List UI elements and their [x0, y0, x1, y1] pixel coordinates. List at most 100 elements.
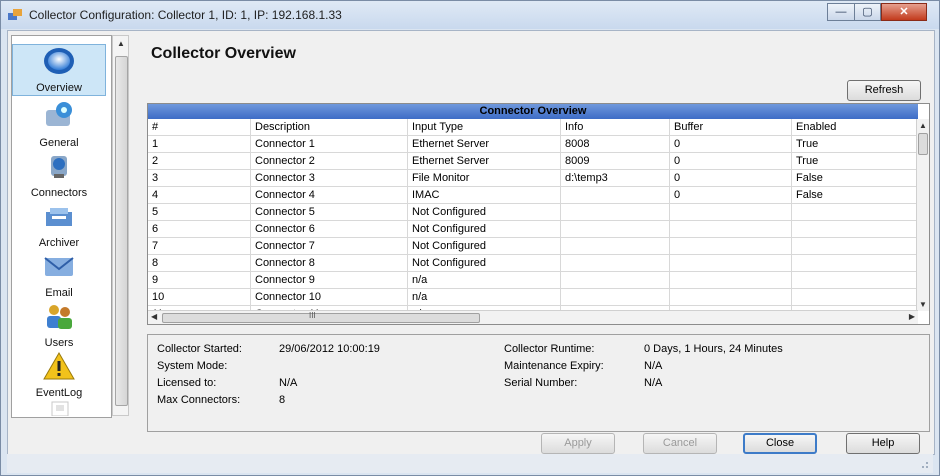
close-window-button[interactable]: ✕ — [881, 3, 927, 21]
window-title: Collector Configuration: Collector 1, ID… — [29, 8, 342, 22]
nav-label-email: Email — [45, 287, 73, 299]
table-cell — [792, 221, 918, 238]
nav-item-overview[interactable]: Overview — [12, 44, 106, 96]
table-cell: Connector 5 — [251, 204, 408, 221]
nav-item-email[interactable]: Email — [12, 250, 106, 300]
table-cell: d:\temp3 — [561, 170, 670, 187]
column-header[interactable]: Input Type — [408, 119, 561, 136]
grid-column-header-row: # Description Input Type Info Buffer Enabled — [148, 119, 918, 136]
table-cell: 9 — [148, 272, 251, 289]
maintenance-expiry-value: N/A — [644, 360, 663, 372]
table-cell: Connector 6 — [251, 221, 408, 238]
status-bar — [7, 454, 933, 473]
sidebar-scroll-thumb[interactable] — [115, 56, 128, 406]
table-row[interactable]: 1 Connector 1 Ethernet Server 8008 0 True — [148, 136, 918, 153]
nav-item-connectors[interactable]: Connectors — [12, 150, 106, 200]
table-row[interactable]: 8 Connector 8 Not Configured — [148, 255, 918, 272]
table-cell: Connector 7 — [251, 238, 408, 255]
table-row[interactable]: 4 Connector 4 IMAC 0 False — [148, 187, 918, 204]
grid-scroll-right-icon[interactable]: ▶ — [909, 312, 915, 321]
nav-item-archiver[interactable]: Archiver — [12, 200, 106, 250]
table-cell — [792, 204, 918, 221]
table-row[interactable]: 6 Connector 6 Not Configured — [148, 221, 918, 238]
help-button[interactable]: Help — [846, 433, 920, 454]
table-cell: True — [792, 153, 918, 170]
table-cell: 3 — [148, 170, 251, 187]
client-area: Overview General Connectors Archiver Ema… — [7, 30, 935, 455]
table-cell: False — [792, 187, 918, 204]
grid-body: # Description Input Type Info Buffer Enabled 1… — [148, 119, 918, 313]
table-cell — [561, 289, 670, 306]
column-header[interactable]: Description — [251, 119, 408, 136]
connector-grid: Connector Overview # Description Input Typ… — [147, 103, 930, 325]
table-row[interactable]: 5 Connector 5 Not Configured — [148, 204, 918, 221]
table-cell — [561, 187, 670, 204]
cancel-button[interactable]: Cancel — [643, 433, 717, 454]
table-cell — [561, 221, 670, 238]
grid-scroll-down-icon[interactable]: ▼ — [919, 300, 927, 309]
nav-label-users: Users — [44, 337, 74, 349]
overview-icon — [44, 48, 74, 74]
maintenance-expiry-label: Maintenance Expiry: — [504, 360, 604, 372]
column-header[interactable]: Info — [561, 119, 670, 136]
maximize-button[interactable]: ▢ — [854, 3, 881, 21]
app-icon — [8, 9, 22, 20]
table-cell: Not Configured — [408, 238, 561, 255]
refresh-button[interactable]: Refresh — [847, 80, 921, 101]
column-header[interactable]: Enabled — [792, 119, 918, 136]
collector-runtime-label: Collector Runtime: — [504, 343, 595, 355]
grid-scroll-left-icon[interactable]: ◀ — [151, 312, 157, 321]
close-button[interactable]: Close — [743, 433, 817, 454]
table-cell: Connector 3 — [251, 170, 408, 187]
table-row[interactable]: 3 Connector 3 File Monitor d:\temp3 0 False — [148, 170, 918, 187]
resize-grip-icon[interactable] — [919, 459, 929, 469]
sidebar-scroll-up-icon[interactable]: ▲ — [117, 39, 125, 48]
table-cell — [670, 272, 792, 289]
nav-item-users[interactable]: Users — [12, 300, 106, 350]
grid-vertical-thumb[interactable] — [918, 133, 928, 155]
table-cell: Connector 10 — [251, 289, 408, 306]
table-cell — [792, 238, 918, 255]
collector-configuration-window: Collector Configuration: Collector 1, ID… — [0, 0, 940, 476]
table-cell: True — [792, 136, 918, 153]
table-cell — [561, 238, 670, 255]
table-cell — [792, 272, 918, 289]
grid-horizontal-scrollbar[interactable]: ◀ III ▶ — [148, 310, 918, 324]
grid-scroll-up-icon[interactable]: ▲ — [919, 121, 927, 130]
table-cell: File Monitor — [408, 170, 561, 187]
nav-item-eventlog[interactable]: EventLog — [12, 350, 106, 400]
minimize-button[interactable]: — — [827, 3, 855, 21]
table-row[interactable]: 10 Connector 10 n/a — [148, 289, 918, 306]
grid-horizontal-thumb[interactable]: III — [162, 311, 480, 323]
table-cell: 0 — [670, 170, 792, 187]
collector-started-label: Collector Started: — [157, 343, 242, 355]
column-header[interactable]: # — [148, 119, 251, 136]
table-row[interactable]: 9 Connector 9 n/a — [148, 272, 918, 289]
title-bar: Collector Configuration: Collector 1, ID… — [1, 1, 939, 29]
table-cell: 2 — [148, 153, 251, 170]
table-row[interactable]: 2 Connector 2 Ethernet Server 8009 0 True — [148, 153, 918, 170]
nav-item-general[interactable]: General — [12, 100, 106, 150]
table-cell: 5 — [148, 204, 251, 221]
max-connectors-value: 8 — [279, 394, 286, 406]
table-cell: 6 — [148, 221, 251, 238]
collector-started-value: 29/06/2012 10:00:19 — [279, 343, 380, 355]
serial-number-label: Serial Number: — [504, 377, 578, 389]
nav-label-connectors: Connectors — [30, 187, 88, 199]
table-cell: Connector 4 — [251, 187, 408, 204]
table-cell: 1 — [148, 136, 251, 153]
table-cell: 0 — [670, 187, 792, 204]
table-row[interactable]: 7 Connector 7 Not Configured — [148, 238, 918, 255]
table-cell — [670, 289, 792, 306]
table-cell: 10 — [148, 289, 251, 306]
apply-button[interactable]: Apply — [541, 433, 615, 454]
licensed-to-label: Licensed to: — [157, 377, 217, 389]
grid-vertical-scrollbar[interactable]: ▲ ▼ — [916, 119, 929, 311]
table-cell: Connector 8 — [251, 255, 408, 272]
connectors-icon — [51, 156, 67, 178]
table-cell — [670, 255, 792, 272]
licensed-to-value: N/A — [279, 377, 298, 389]
column-header[interactable]: Buffer — [670, 119, 792, 136]
table-cell — [561, 204, 670, 221]
sidebar-scrollbar[interactable]: ▲ — [112, 35, 129, 416]
